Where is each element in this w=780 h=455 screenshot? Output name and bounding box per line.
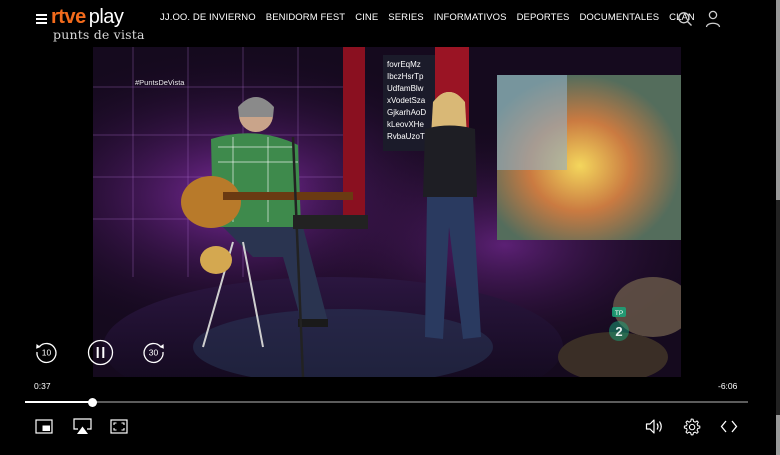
window-edge <box>776 0 780 455</box>
remaining-time: -6:06 <box>718 381 738 391</box>
nav-item-jjoo[interactable]: JJ.OO. DE INVIERNO <box>160 12 256 23</box>
progress-knob[interactable] <box>88 397 98 407</box>
rewind-10-button[interactable]: 10 <box>34 340 58 364</box>
nav-item-deportes[interactable]: DEPORTES <box>517 12 570 23</box>
svg-text:fovrEqMz: fovrEqMz <box>387 60 421 69</box>
menu-icon[interactable] <box>36 14 47 24</box>
rewind-seconds: 10 <box>42 348 52 358</box>
volume-icon[interactable] <box>645 418 663 435</box>
svg-text:UdfamBlw: UdfamBlw <box>387 84 424 93</box>
video-frame: fovrEqMz IbczHsrTp UdfamBlw xVodetSza Gjka… <box>93 47 681 377</box>
nav-item-informativos[interactable]: INFORMATIVOS <box>434 12 507 23</box>
nav-item-cine[interactable]: CINE <box>355 12 378 23</box>
channel-badge: TP <box>615 310 623 317</box>
svg-text:xVodetSza: xVodetSza <box>387 96 426 105</box>
settings-gear-icon[interactable] <box>682 417 701 436</box>
svg-text:RvbaUzoT: RvbaUzoT <box>387 132 425 141</box>
video-player[interactable]: fovrEqMz IbczHsrTp UdfamBlw xVodetSza Gjka… <box>93 47 681 377</box>
channel-watermark: TP 2 <box>609 307 629 341</box>
logo-brand: rtve <box>51 6 86 28</box>
nav-item-documentales[interactable]: DOCUMENTALES <box>579 12 659 23</box>
channel-number: 2 <box>615 324 622 339</box>
pause-button[interactable] <box>87 339 114 366</box>
logo-subtitle: punts de vista <box>53 27 145 42</box>
forward-seconds: 30 <box>149 348 159 358</box>
airplay-icon[interactable] <box>73 418 92 436</box>
top-header: rtve play punts de vista JJ.OO. DE INVIER… <box>0 0 780 44</box>
picture-in-picture-icon[interactable] <box>35 419 53 434</box>
fullscreen-icon[interactable] <box>110 419 128 434</box>
svg-text:IbczHsrTp: IbczHsrTp <box>387 72 424 81</box>
forward-30-button[interactable]: 30 <box>142 340 166 364</box>
progress-fill <box>25 401 93 403</box>
rtve-play-logo[interactable]: rtve play punts de vista <box>51 6 145 42</box>
svg-text:kLeovXHe: kLeovXHe <box>387 120 424 129</box>
embed-code-icon[interactable] <box>720 419 738 434</box>
nav-item-benidorm-fest[interactable]: BENIDORM FEST <box>266 12 345 23</box>
progress-bar[interactable] <box>25 397 748 407</box>
main-nav: JJ.OO. DE INVIERNO BENIDORM FEST CINE SE… <box>160 12 695 23</box>
svg-text:GjkarhAoD: GjkarhAoD <box>387 108 426 117</box>
show-hashtag: #PuntsDeVista <box>135 78 185 87</box>
current-time: 0:37 <box>34 381 51 391</box>
nav-item-series[interactable]: SERIES <box>388 12 423 23</box>
user-icon[interactable] <box>705 10 721 28</box>
search-icon[interactable] <box>677 11 693 27</box>
logo-product: play <box>88 6 124 28</box>
